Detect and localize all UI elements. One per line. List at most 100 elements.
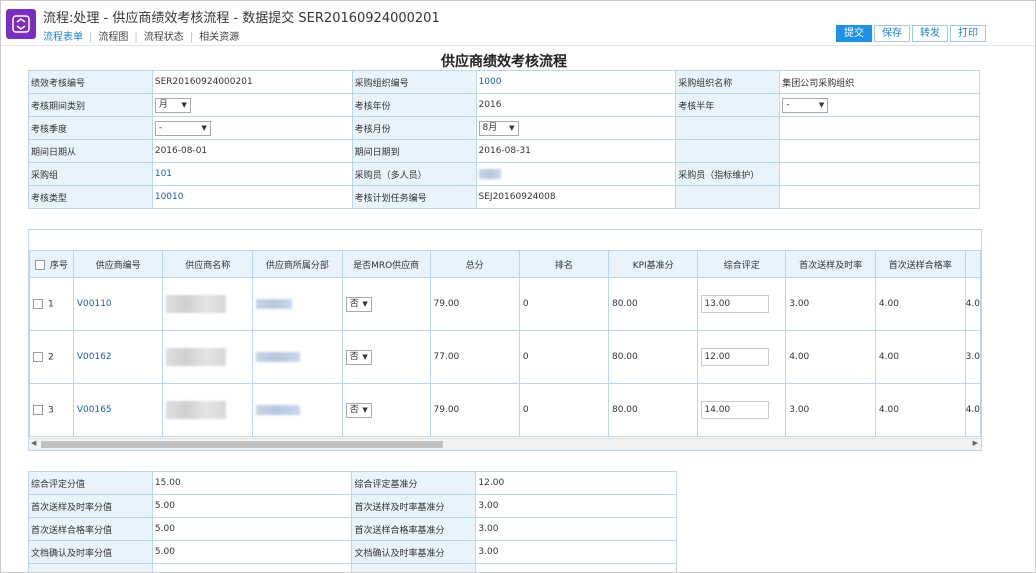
label-overall-eval-score: 综合评定分值 xyxy=(28,471,153,495)
supplier-name xyxy=(162,277,254,331)
label-purchase-group: 采购组 xyxy=(28,162,153,186)
redacted-name xyxy=(166,295,227,313)
cell-eval: 12.00 xyxy=(697,330,787,384)
sample-timely: 3.00 xyxy=(785,277,876,331)
quarter-select[interactable]: - ▼ xyxy=(154,120,211,136)
supplier-code-link[interactable]: V00162 xyxy=(72,330,164,384)
value-purchase-group[interactable]: 101 xyxy=(151,162,353,186)
label-sample-pass-base: 首次送样合格率基准分 xyxy=(351,517,477,541)
scroll-left-icon[interactable]: ◀ xyxy=(31,439,36,447)
value-period-from: 2016-08-01 xyxy=(151,139,353,163)
divider: | xyxy=(134,32,138,43)
month-value: 8月 xyxy=(482,122,498,133)
mro-select[interactable]: 否 ▼ xyxy=(345,296,372,312)
chevron-down-icon: ▼ xyxy=(818,100,825,109)
supplier-grid: 序号 供应商编号 供应商名称 供应商所属分部 是否MRO供应商 总分 排名 KP… xyxy=(28,229,982,451)
col-cut xyxy=(964,250,981,278)
supplier-code-link[interactable]: V00110 xyxy=(72,277,164,331)
scroll-right-icon[interactable]: ▶ xyxy=(973,439,978,447)
empty-label xyxy=(675,116,781,140)
chevron-down-icon: ▼ xyxy=(181,100,187,109)
forward-button[interactable]: 转发 xyxy=(912,25,948,42)
cell-mro: 否 ▼ xyxy=(341,330,431,384)
tab-flow-status[interactable]: 流程状态 xyxy=(144,28,190,43)
label-buyer-indicator: 采购员（指标维护） xyxy=(675,162,781,186)
value-purchase-org-name: 集团公司采购组织 xyxy=(779,70,980,94)
sample-pass: 4.00 xyxy=(874,330,966,384)
table-row: 3 V00165 否 ▼ 79.00 0 80.00 14.00 3.00 4.0… xyxy=(29,383,981,437)
label-plan-task-no: 考核计划任务编号 xyxy=(351,185,477,209)
total-score: 79.00 xyxy=(429,277,520,331)
table-row: 2 V00162 否 ▼ 77.00 0 80.00 12.00 4.00 4.0… xyxy=(29,330,981,384)
label-eval-quarter: 考核季度 xyxy=(28,116,153,140)
col-supplier-name: 供应商名称 xyxy=(162,250,254,278)
col-rank: 排名 xyxy=(518,250,609,278)
value-sample-pass-base: 3.00 xyxy=(475,517,677,541)
col-overall-eval: 综合评定 xyxy=(697,250,787,278)
col-supplier-code: 供应商编号 xyxy=(72,250,164,278)
value-overall-eval-score: 15.00 xyxy=(151,471,353,495)
select-all-checkbox[interactable] xyxy=(34,260,45,270)
supplier-code-link[interactable]: V00165 xyxy=(72,383,164,437)
overall-eval-input[interactable]: 13.00 xyxy=(701,295,770,313)
horizontal-scrollbar[interactable]: ◀ ▶ xyxy=(29,438,981,450)
col-select: 序号 xyxy=(29,250,74,278)
tab-related-resources[interactable]: 相关资源 xyxy=(199,28,245,43)
save-button[interactable]: 保存 xyxy=(874,25,910,42)
sample-pass: 4.00 xyxy=(874,383,966,437)
scrollbar-thumb[interactable] xyxy=(41,441,443,448)
col-supplier-division: 供应商所属分部 xyxy=(252,250,343,278)
overall-eval-input[interactable]: 12.00 xyxy=(701,348,770,366)
total-score: 79.00 xyxy=(429,383,520,437)
col-seq: 序号 xyxy=(49,260,68,271)
period-type-select[interactable]: 月 ▼ xyxy=(154,97,191,113)
rank: 0 xyxy=(518,330,609,384)
value-clipped xyxy=(475,563,677,572)
value-eval-type[interactable]: 10010 xyxy=(151,185,353,209)
col-sample-timely: 首次送样及时率 xyxy=(785,250,876,278)
tab-process-form[interactable]: 流程表单 xyxy=(43,28,89,43)
supplier-name xyxy=(162,383,254,437)
table-header-row: 序号 供应商编号 供应商名称 供应商所属分部 是否MRO供应商 总分 排名 KP… xyxy=(29,250,981,278)
print-button[interactable]: 打印 xyxy=(950,25,986,42)
value-sample-pass-score: 5.00 xyxy=(151,517,353,541)
mro-value: 否 xyxy=(349,351,359,362)
label-sample-timely-score: 首次送样及时率分值 xyxy=(28,494,153,518)
kpi-score: 80.00 xyxy=(607,383,699,437)
mro-value: 否 xyxy=(349,298,359,309)
label-clipped xyxy=(351,563,477,572)
label-period-from: 期间日期从 xyxy=(28,139,153,163)
label-doc-confirm-score: 文档确认及时率分值 xyxy=(28,540,153,564)
label-doc-confirm-base: 文档确认及时率基准分 xyxy=(351,540,477,564)
total-score: 77.00 xyxy=(429,330,520,384)
row-checkbox[interactable] xyxy=(33,351,43,362)
cell-period-type: 月 ▼ xyxy=(151,93,353,117)
half-year-value: - xyxy=(786,99,790,110)
cut-value: 3.0 xyxy=(964,330,981,384)
cell-seq: 2 xyxy=(29,330,74,384)
overall-eval-input[interactable]: 14.00 xyxy=(701,401,770,419)
row-checkbox[interactable] xyxy=(33,404,43,415)
value-purchase-org-no[interactable]: 1000 xyxy=(475,70,677,94)
chevron-down-icon: ▼ xyxy=(362,299,368,308)
cell-seq: 1 xyxy=(29,277,74,331)
tab-flow-chart[interactable]: 流程图 xyxy=(98,28,134,43)
row-checkbox[interactable] xyxy=(33,298,43,309)
chevron-down-icon: ▼ xyxy=(362,405,368,414)
page-title: 流程:处理 - 供应商绩效考核流程 - 数据提交 SER201609240002… xyxy=(43,11,440,26)
label-buyers-multi: 采购员（多人员） xyxy=(351,162,477,186)
mro-select[interactable]: 否 ▼ xyxy=(345,349,372,365)
mro-select[interactable]: 否 ▼ xyxy=(345,402,372,418)
empty-label xyxy=(675,139,781,163)
half-year-select[interactable]: - ▼ xyxy=(782,97,829,113)
redacted-name xyxy=(166,348,227,366)
submit-button[interactable]: 提交 xyxy=(836,25,872,42)
cell-seq: 3 xyxy=(29,383,74,437)
chevron-down-icon: ▼ xyxy=(362,352,368,361)
cut-value: 4.0 xyxy=(964,383,981,437)
cell-quarter: - ▼ xyxy=(151,116,353,140)
col-total: 总分 xyxy=(429,250,520,278)
value-buyer-indicator xyxy=(779,162,980,186)
month-select[interactable]: 8月 ▼ xyxy=(478,120,519,136)
redacted-buyer xyxy=(478,168,501,179)
